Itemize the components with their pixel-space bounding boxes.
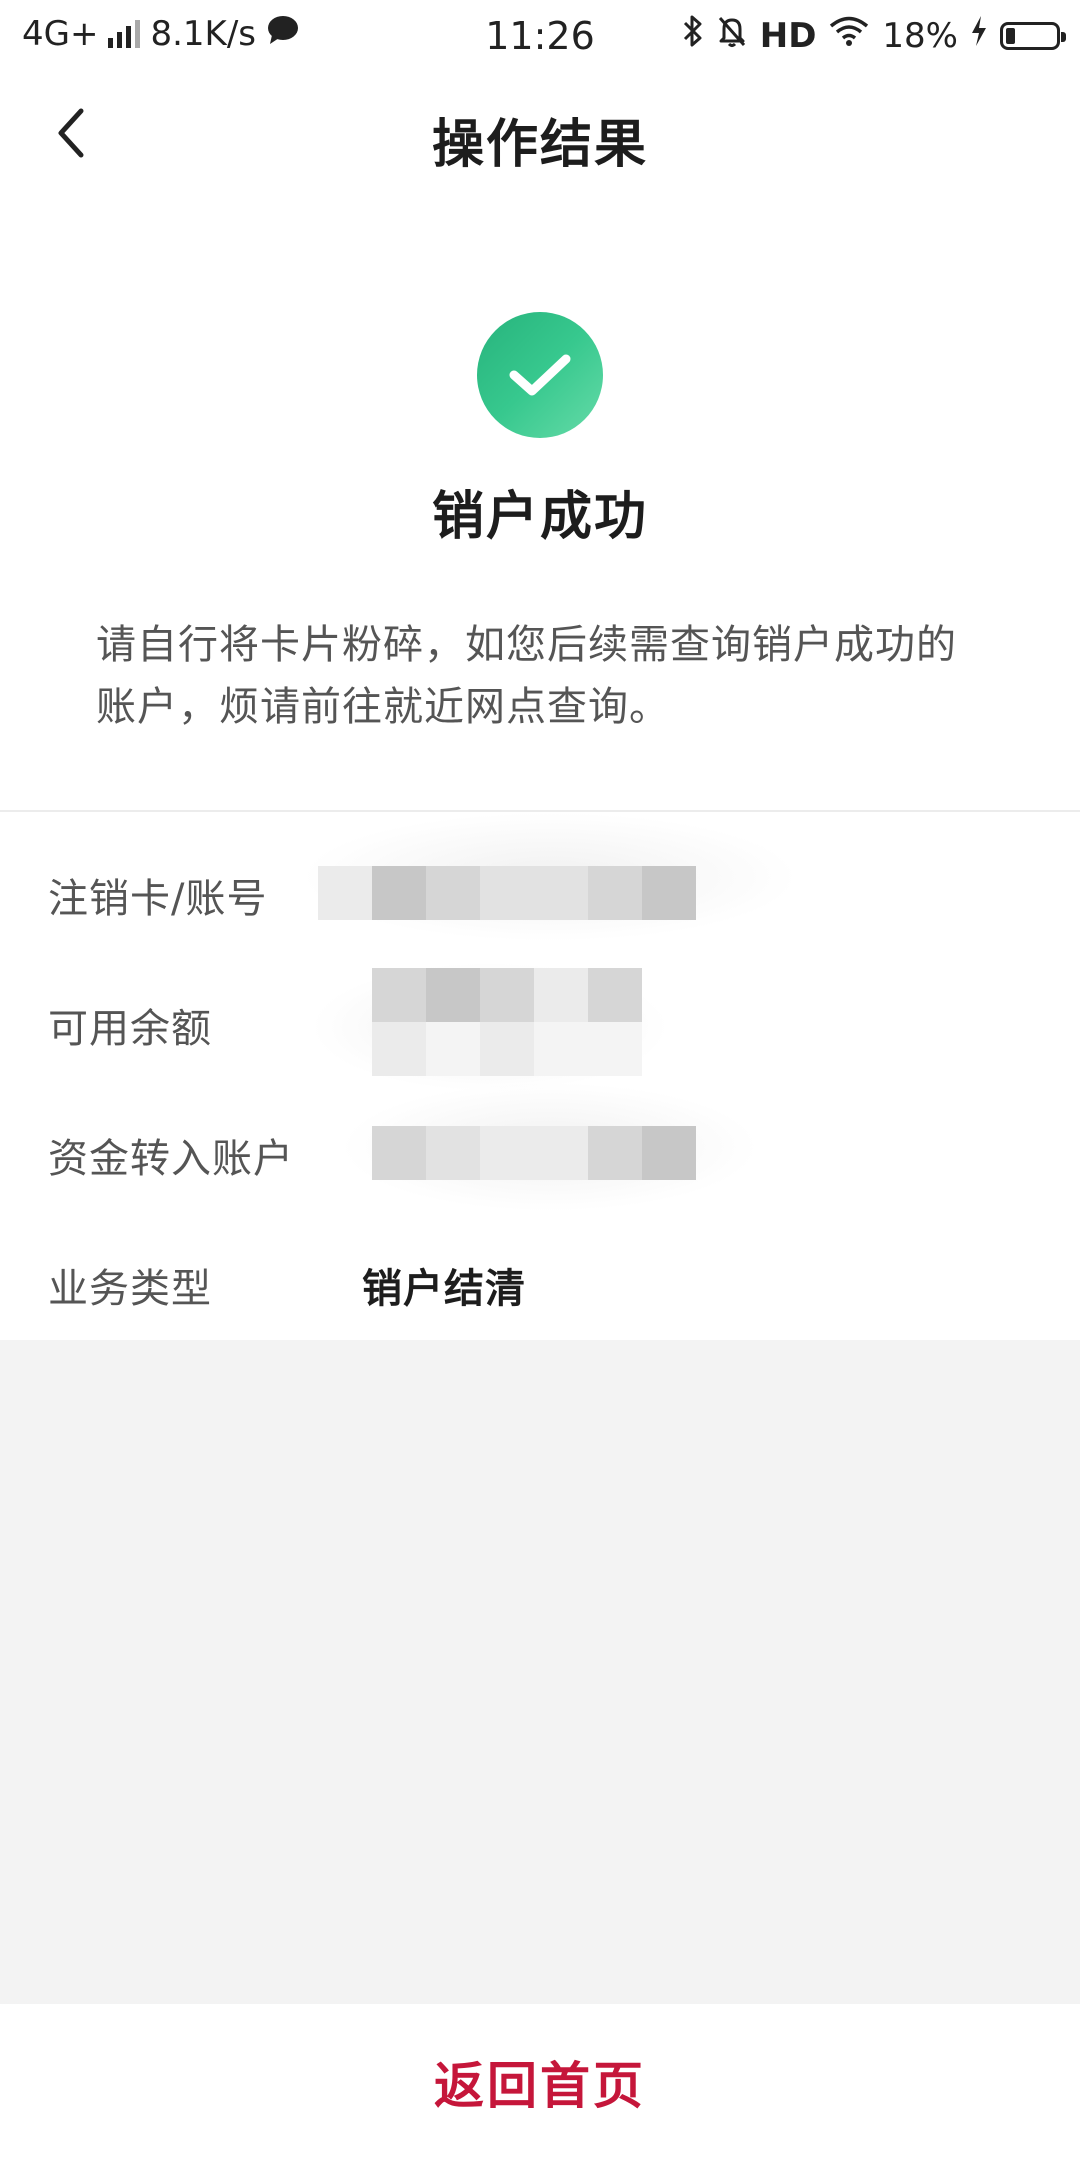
bell-off-icon — [716, 14, 748, 57]
page-title: 操作结果 — [431, 115, 648, 175]
detail-label: 资金转入账户 — [48, 1136, 294, 1182]
return-home-button[interactable]: 返回首页 — [0, 2004, 1080, 2160]
detail-row-transfer-account: 资金转入账户 — [0, 1082, 1080, 1212]
nav-bar: 操作结果 — [0, 76, 1080, 194]
result-section: 销户成功 请自行将卡片粉碎，如您后续需查询销户成功的账户，烦请前往就近网点查询。 — [0, 194, 1080, 810]
bottom-bar: 返回首页 — [0, 2004, 1080, 2160]
battery-percent: 18% — [882, 15, 958, 56]
detail-label: 注销卡/账号 — [48, 876, 268, 922]
detail-label: 可用余额 — [48, 1006, 212, 1052]
masked-value — [372, 1126, 696, 1180]
hd-label: HD — [759, 15, 817, 56]
detail-row-card-account: 注销卡/账号 — [0, 812, 1080, 942]
check-circle-icon — [477, 312, 603, 438]
result-message: 请自行将卡片粉碎，如您后续需查询销户成功的账户，烦请前往就近网点查询。 — [96, 622, 957, 730]
detail-label: 业务类型 — [48, 1266, 212, 1312]
wifi-icon — [828, 15, 870, 56]
result-title: 销户成功 — [431, 487, 648, 547]
masked-value — [318, 866, 696, 920]
detail-value: 销户结清 — [362, 1266, 526, 1312]
detail-list: 注销卡/账号 可用余额 资金转入账户 业务类型 销户结清 — [0, 812, 1080, 1340]
status-bar: 4G+ 8.1K/s 11:26 HD 18% — [0, 0, 1080, 76]
detail-row-business-type: 业务类型 销户结清 — [0, 1232, 1080, 1332]
bluetooth-icon — [682, 14, 704, 57]
battery-icon — [1000, 21, 1066, 50]
charging-icon — [970, 15, 988, 56]
detail-row-balance: 可用余额 — [0, 962, 1080, 1092]
